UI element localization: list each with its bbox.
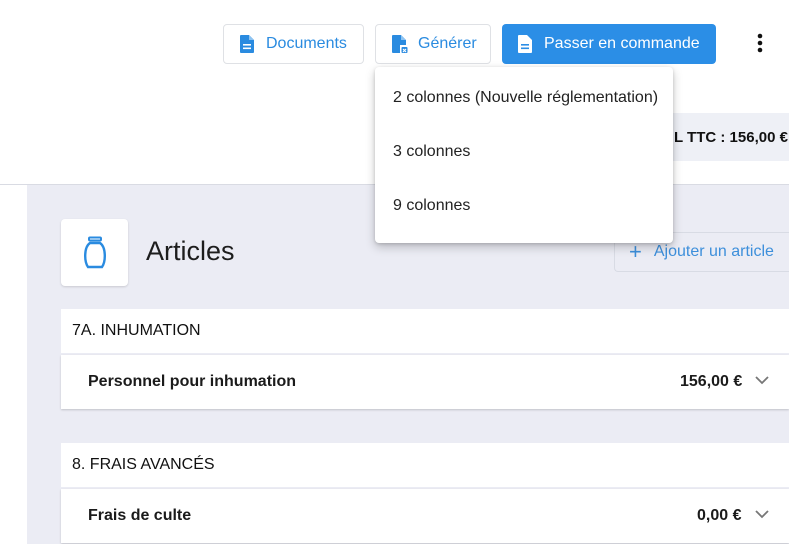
- more-vert-icon: [757, 33, 763, 53]
- document-icon: [516, 34, 534, 54]
- section-title: 8. FRAIS AVANCÉS: [61, 443, 789, 487]
- article-row[interactable]: Personnel pour inhumation 156,00 €: [61, 355, 789, 409]
- documents-button-label: Documents: [266, 35, 347, 52]
- place-order-button[interactable]: Passer en commande: [502, 24, 716, 64]
- place-order-button-label: Passer en commande: [544, 35, 700, 52]
- generate-button-label: Générer: [418, 35, 477, 52]
- article-price: 0,00 €: [697, 507, 742, 524]
- chevron-down-icon[interactable]: [754, 509, 770, 519]
- article-price: 156,00 €: [680, 373, 743, 390]
- more-options-button[interactable]: [752, 32, 768, 56]
- generate-menu: 2 colonnes (Nouvelle réglementation) 3 c…: [375, 67, 673, 243]
- urn-icon: [83, 236, 106, 268]
- menu-item-2-columns[interactable]: 2 colonnes (Nouvelle réglementation): [375, 71, 673, 125]
- section-title: 7A. INHUMATION: [61, 309, 789, 353]
- article-row[interactable]: Frais de culte 0,00 €: [61, 489, 789, 543]
- generate-button[interactable]: Générer: [375, 24, 491, 64]
- generate-document-icon: [390, 34, 408, 54]
- articles-title: Articles: [146, 236, 235, 266]
- total-ttc: L TTC : 156,00 €: [672, 113, 789, 161]
- documents-button[interactable]: Documents: [223, 24, 364, 64]
- add-article-label: Ajouter un article: [653, 243, 774, 260]
- chevron-down-icon[interactable]: [754, 375, 770, 385]
- article-name: Frais de culte: [88, 507, 192, 524]
- article-section: 7A. INHUMATION Personnel pour inhumation…: [61, 309, 789, 409]
- menu-item-3-columns[interactable]: 3 colonnes: [375, 125, 673, 179]
- articles-icon-card: [61, 219, 128, 286]
- document-icon: [238, 34, 256, 54]
- article-name: Personnel pour inhumation: [88, 373, 297, 390]
- plus-icon: +: [629, 239, 642, 264]
- total-ttc-value: L TTC : 156,00 €: [674, 128, 788, 146]
- article-section: 8. FRAIS AVANCÉS Frais de culte 0,00 €: [61, 443, 789, 543]
- menu-item-9-columns[interactable]: 9 colonnes: [375, 179, 673, 233]
